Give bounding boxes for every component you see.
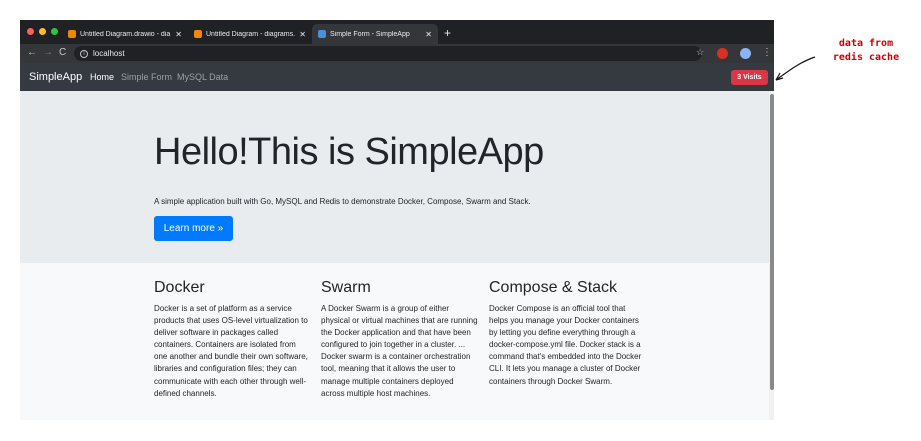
annotation-line: data from: [838, 38, 894, 49]
annotation-arrow-icon: [775, 56, 816, 81]
annotation-line: redis cache: [832, 52, 900, 63]
annotation-note: data from redis cache: [818, 37, 914, 65]
